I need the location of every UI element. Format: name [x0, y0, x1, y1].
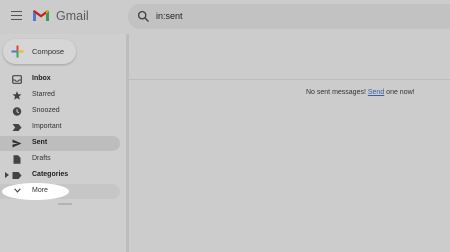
main-menu-icon[interactable]	[11, 11, 22, 20]
sidebar-item-label: Inbox	[32, 75, 51, 82]
sidebar-item-categories[interactable]: Categories	[0, 168, 120, 183]
sidebar-item-label: Categories	[32, 171, 69, 178]
sidebar-item-label: Drafts	[32, 155, 51, 162]
send-icon	[12, 139, 22, 148]
inbox-icon	[12, 75, 22, 84]
star-icon	[12, 91, 22, 100]
sidebar-item-important[interactable]: Important	[0, 120, 120, 135]
sidebar-item-snoozed[interactable]: Snoozed	[0, 104, 120, 119]
draft-icon	[12, 155, 22, 164]
sidebar-item-label: Starred	[32, 91, 55, 98]
sidebar-item-drafts[interactable]: Drafts	[0, 152, 120, 167]
empty-state-message: No sent messages! Send one now!	[306, 89, 415, 96]
search-icon[interactable]	[137, 10, 150, 23]
sidebar-item-starred[interactable]: Starred	[0, 88, 120, 103]
gmail-logo[interactable]	[32, 9, 50, 22]
search-input[interactable]: in:sent	[156, 11, 183, 21]
sidebar-divider	[58, 203, 72, 205]
important-icon	[12, 123, 22, 132]
toolbar-divider	[129, 79, 450, 80]
sidebar-item-label: More	[32, 187, 48, 194]
compose-button[interactable]: Compose	[3, 39, 76, 64]
sidebar-item-inbox[interactable]: Inbox	[0, 72, 120, 87]
sidebar-item-label: Snoozed	[32, 107, 60, 114]
chevron-down-icon	[14, 188, 21, 193]
clock-icon	[12, 107, 22, 116]
message-list-area	[129, 34, 450, 252]
search-bar[interactable]: in:sent	[128, 4, 450, 29]
sidebar-item-label: Sent	[32, 139, 48, 146]
expand-caret-icon[interactable]	[5, 172, 9, 178]
sidebar-item-label: Important	[32, 123, 62, 130]
send-link[interactable]: Send	[368, 89, 384, 96]
empty-state-suffix: one now!	[384, 89, 415, 96]
sidebar-item-sent[interactable]: Sent	[0, 136, 120, 151]
app-name: Gmail	[56, 9, 89, 23]
empty-state-text: No sent messages!	[306, 89, 368, 96]
compose-label: Compose	[32, 47, 65, 56]
label-icon	[12, 171, 22, 180]
plus-icon	[11, 45, 24, 58]
